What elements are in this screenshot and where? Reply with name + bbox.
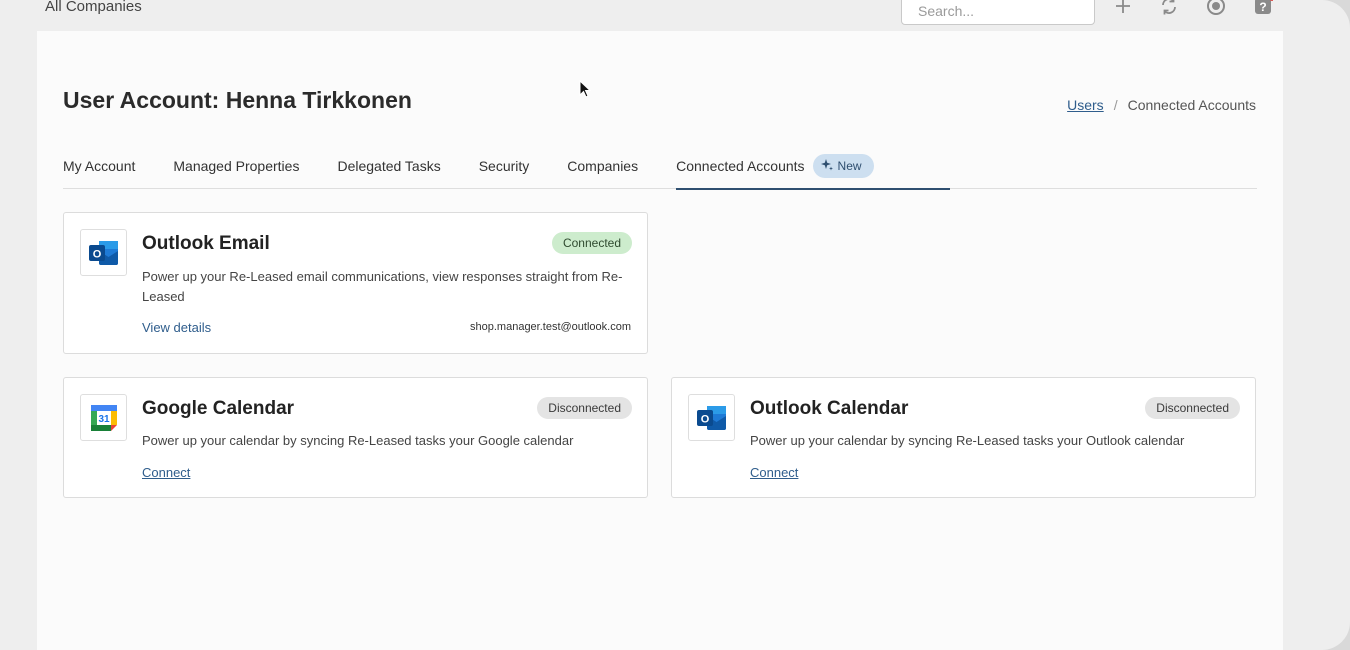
tab-connected-accounts-label: Connected Accounts [676,158,805,174]
card-description: Power up your Re-Leased email communicat… [142,269,623,304]
card-title: Outlook Email [142,233,270,254]
tab-my-account[interactable]: My Account [63,153,135,189]
status-badge: Disconnected [537,397,632,419]
connected-account-email: shop.manager.test@outlook.com [470,321,631,333]
breadcrumb-current: Connected Accounts [1127,97,1256,113]
tab-companies[interactable]: Companies [567,153,638,189]
svg-text:O: O [92,248,101,260]
tab-security[interactable]: Security [479,153,530,189]
breadcrumb: Users / Connected Accounts [1067,97,1256,113]
sync-icon[interactable] [1157,0,1181,18]
help-icon[interactable]: ? [1251,0,1275,18]
card-description: Power up your calendar by syncing Re-Lea… [142,433,574,448]
main-panel: User Account: Henna Tirkkonen Users / Co… [37,31,1283,650]
page-title: User Account: Henna Tirkkonen [63,87,412,113]
company-selector[interactable]: All Companies [45,0,142,15]
tab-bar: My Account Managed Properties Delegated … [63,153,1257,190]
card-title: Outlook Calendar [750,398,909,419]
app-window: All Companies ? User Account: Henna Tirk… [0,0,1350,650]
view-details-link[interactable]: View details [142,320,211,335]
new-badge: New [812,154,874,178]
tab-managed-properties[interactable]: Managed Properties [173,153,299,189]
search-input[interactable] [901,0,1095,25]
top-bar: All Companies ? [0,0,1350,30]
google-calendar-card: 31 Google Calendar Disconnected Power up… [63,377,648,498]
status-badge: Connected [551,232,632,254]
svg-text:O: O [700,413,709,425]
breadcrumb-separator: / [1113,97,1118,113]
outlook-email-card: O Outlook Email Connected Power up your … [63,212,648,354]
connect-google-calendar-link[interactable]: Connect [142,465,190,480]
tab-connected-accounts[interactable]: Connected Accounts New [676,153,950,190]
calendar-date-label: 31 [98,414,110,425]
card-description: Power up your calendar by syncing Re-Lea… [750,433,1185,448]
outlook-logo-icon: O [80,229,127,276]
tab-delegated-tasks[interactable]: Delegated Tasks [337,153,440,189]
card-title: Google Calendar [142,398,295,419]
sparkle-icon [820,158,833,174]
support-icon[interactable] [1204,0,1228,18]
svg-text:?: ? [1259,0,1266,14]
google-calendar-logo-icon: 31 [80,394,127,441]
new-badge-label: New [837,159,862,173]
outlook-logo-icon: O [688,394,735,441]
status-badge: Disconnected [1145,397,1240,419]
plus-icon[interactable] [1111,0,1135,18]
breadcrumb-link-users[interactable]: Users [1067,97,1104,113]
outlook-calendar-card: O Outlook Calendar Disconnected Power up… [671,377,1256,498]
mouse-cursor-icon [579,79,592,103]
connect-outlook-calendar-link[interactable]: Connect [750,465,798,480]
